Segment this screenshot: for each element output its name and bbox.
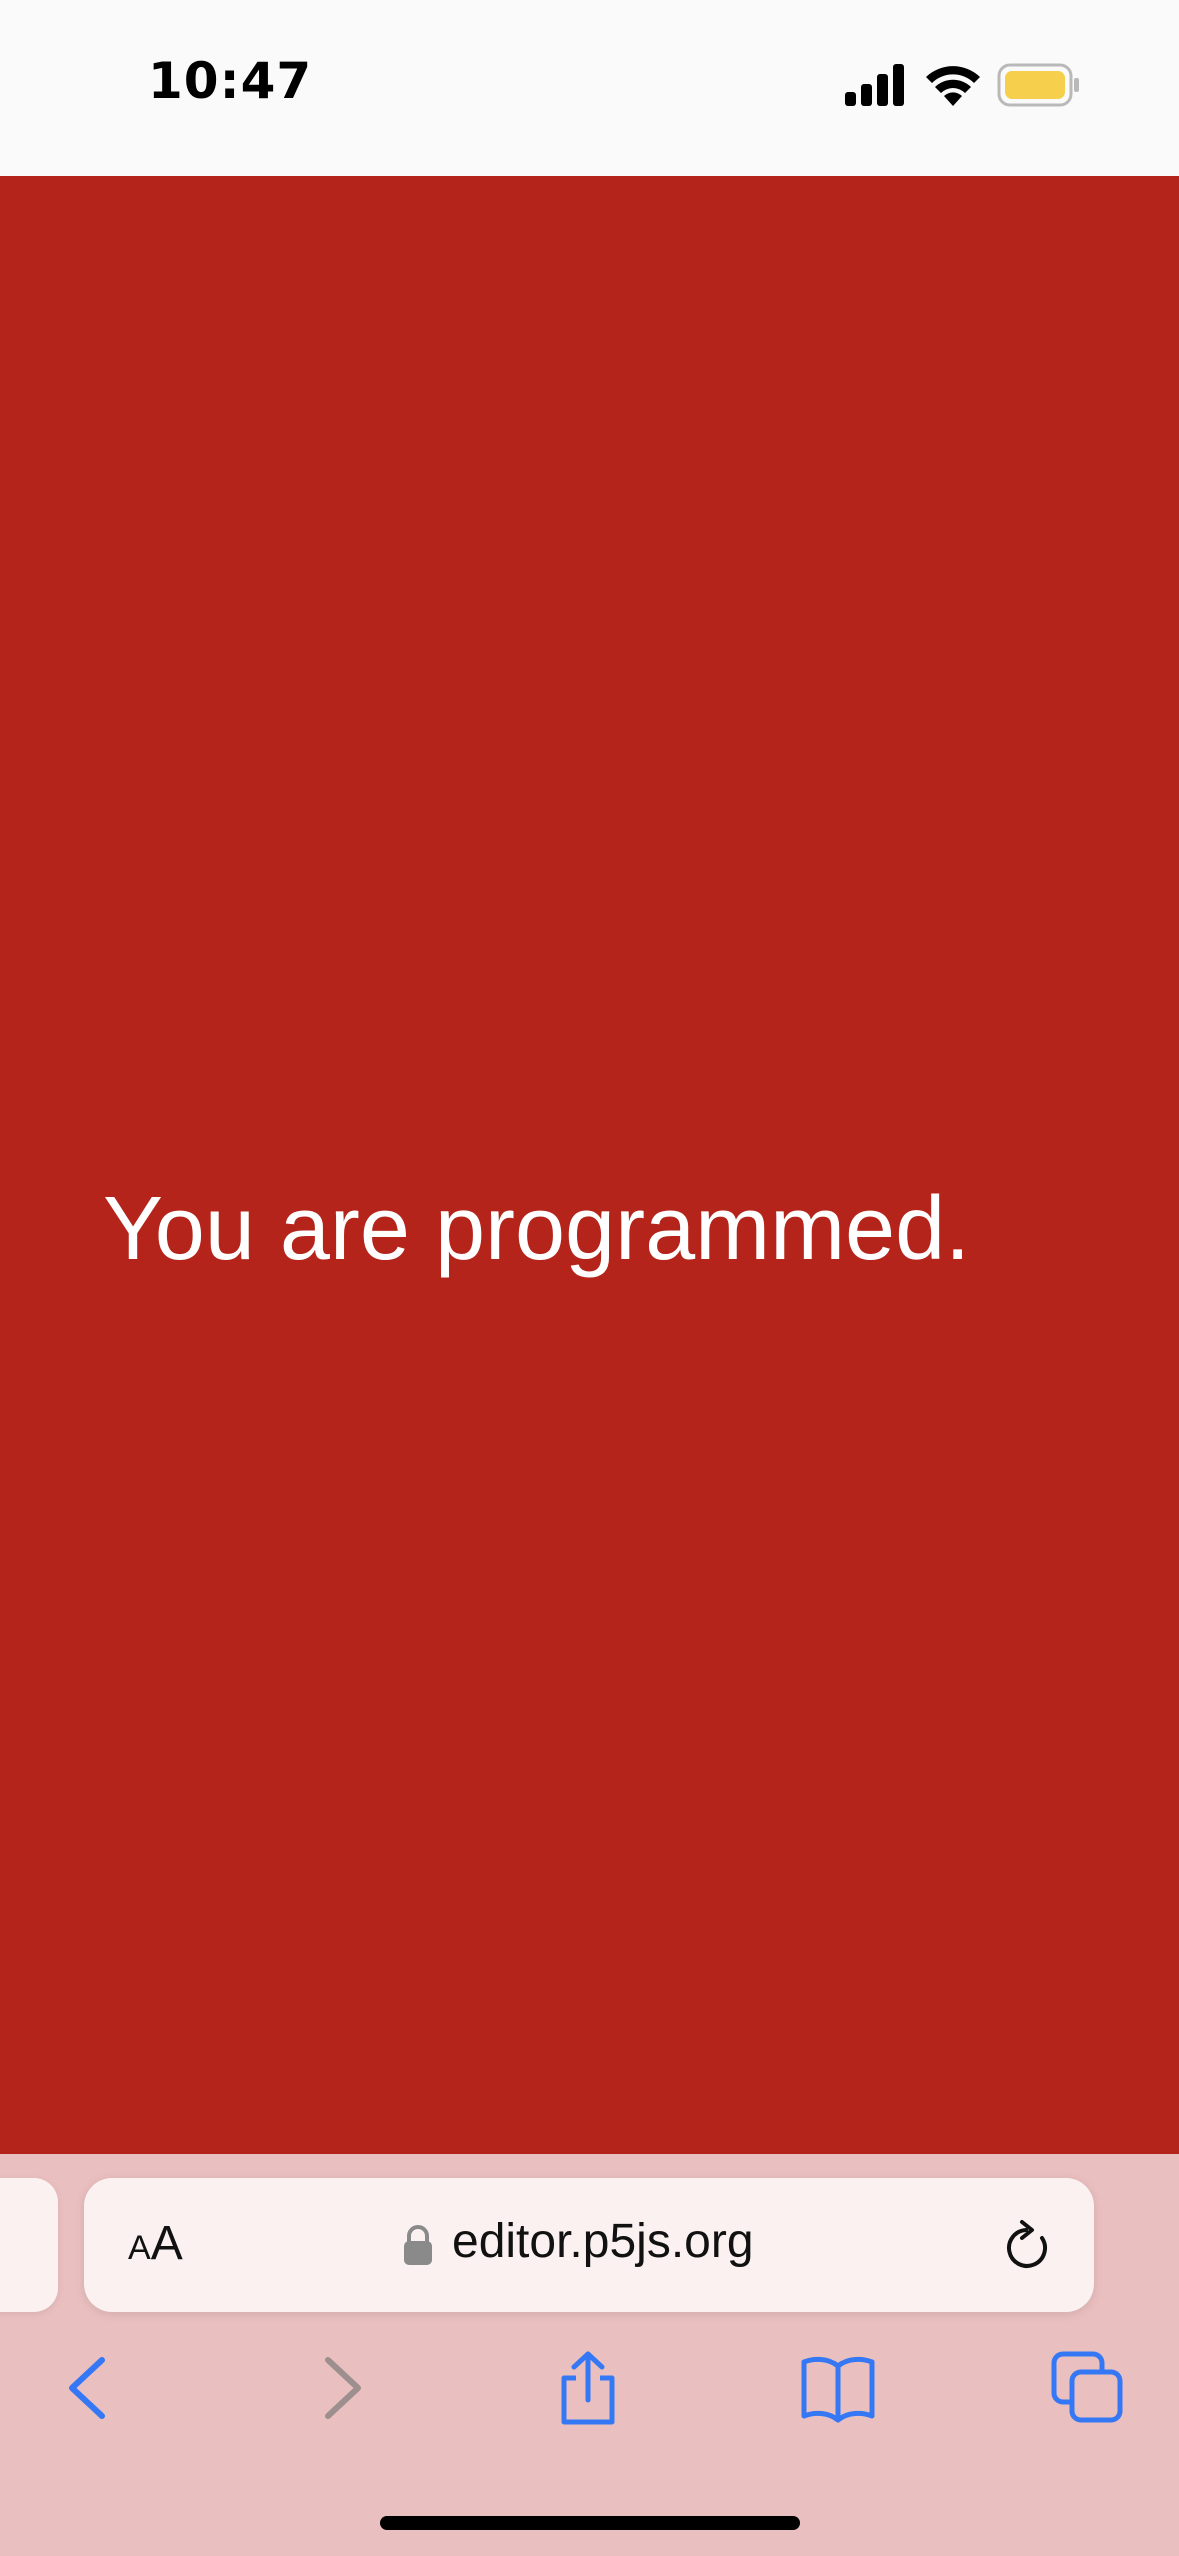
text-size-small-a: A <box>128 2229 151 2267</box>
text-size-button[interactable]: AA <box>128 2216 198 2276</box>
battery-icon <box>997 63 1079 107</box>
url-text[interactable]: editor.p5js.org <box>452 2214 754 2269</box>
status-time: 10:47 <box>148 52 313 110</box>
previous-tab-preview[interactable] <box>0 2178 58 2312</box>
bookmarks-icon[interactable] <box>800 2350 876 2426</box>
status-bar: 10:47 <box>0 0 1179 176</box>
share-icon[interactable] <box>550 2350 626 2426</box>
text-size-large-a: A <box>150 2217 183 2270</box>
forward-icon <box>325 2357 361 2419</box>
home-indicator[interactable] <box>380 2516 800 2530</box>
web-page-canvas[interactable] <box>0 176 1179 2154</box>
lock-icon <box>404 2225 432 2265</box>
phone-screen: 10:47 You are programmed. AA editor.p5js… <box>0 0 1179 2556</box>
reload-icon[interactable] <box>1002 2218 1054 2274</box>
tabs-icon[interactable] <box>1050 2350 1126 2426</box>
canvas-message-text: You are programmed. <box>103 1179 971 1279</box>
wifi-icon <box>926 66 980 106</box>
cellular-signal-icon <box>845 64 904 106</box>
back-icon[interactable] <box>50 2350 126 2426</box>
